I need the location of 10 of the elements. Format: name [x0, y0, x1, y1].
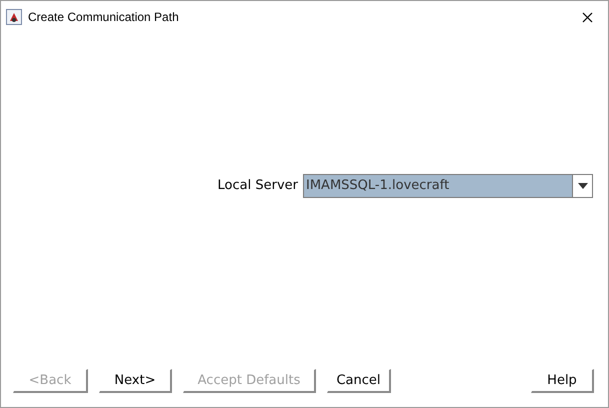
field-label: Local Server [218, 177, 298, 196]
caret-icon [578, 183, 588, 189]
dialog-button[interactable]: Cancel [327, 369, 391, 393]
window-title: Create Communication Path [28, 9, 179, 26]
app-icon [6, 9, 22, 25]
dialog-button[interactable]: Help [531, 369, 594, 393]
close-icon[interactable] [582, 12, 593, 22]
server-dropdown[interactable]: IMAMSSQL-1.lovecraft [303, 174, 593, 198]
dialog-button[interactable]: Next> [99, 369, 172, 393]
dropdown-value: IMAMSSQL-1.lovecraft [305, 177, 450, 195]
